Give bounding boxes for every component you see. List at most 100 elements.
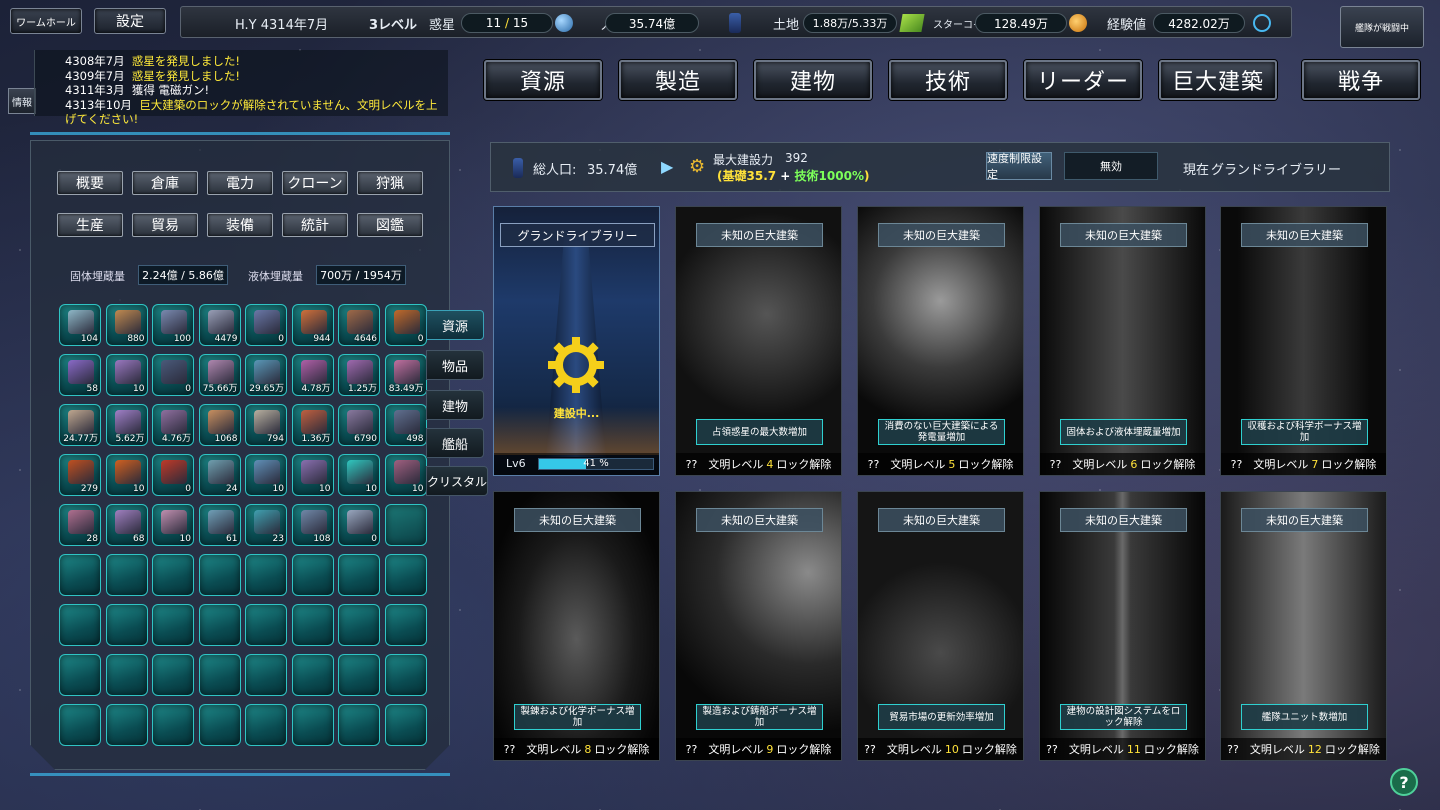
inventory-slot[interactable]: 1.25万 — [338, 354, 380, 396]
inventory-slot[interactable] — [105, 704, 148, 746]
cat-power[interactable]: 電力 — [207, 171, 273, 195]
nav-war[interactable]: 戦争 — [1302, 60, 1420, 100]
inventory-slot[interactable]: 10 — [384, 454, 427, 496]
side-tab-buildings[interactable]: 建物 — [426, 390, 484, 420]
inventory-slot[interactable]: 29.65万 — [245, 354, 287, 396]
inventory-slot[interactable] — [105, 604, 148, 646]
inventory-slot[interactable]: 24.77万 — [59, 404, 101, 446]
inventory-slot[interactable]: 794 — [245, 404, 287, 446]
inventory-slot[interactable] — [338, 604, 380, 646]
inventory-slot[interactable]: 10 — [338, 454, 380, 496]
inventory-slot[interactable] — [198, 654, 241, 696]
inventory-slot[interactable]: 10 — [105, 454, 148, 496]
inventory-slot[interactable]: 61 — [198, 504, 241, 546]
inventory-slot[interactable]: 83.49万 — [384, 354, 427, 396]
cat-clone[interactable]: クローン — [282, 171, 348, 195]
megastructure-card-locked[interactable]: 未知の巨大建築 固体および液体埋蔵量増加 ?? 文明レベル 6 ロック解除 — [1039, 206, 1206, 476]
inventory-slot[interactable] — [59, 604, 101, 646]
megastructure-card-grand-library[interactable]: グランドライブラリー 建設中... Lv6 41 % — [493, 206, 660, 476]
inventory-slot[interactable] — [291, 604, 334, 646]
inventory-slot[interactable]: 279 — [59, 454, 101, 496]
inventory-slot[interactable]: 4.76万 — [152, 404, 194, 446]
megastructure-card-locked[interactable]: 未知の巨大建築 艦隊ユニット数増加 ?? 文明レベル 12 ロック解除 — [1220, 491, 1387, 761]
inventory-slot[interactable] — [384, 704, 427, 746]
cat-statistics[interactable]: 統計 — [282, 213, 348, 237]
inventory-slot[interactable]: 23 — [245, 504, 287, 546]
inventory-slot[interactable]: 10 — [291, 454, 334, 496]
cat-hunting[interactable]: 狩猟 — [357, 171, 423, 195]
inventory-slot[interactable]: 24 — [198, 454, 241, 496]
nav-buildings[interactable]: 建物 — [754, 60, 872, 100]
cat-trade[interactable]: 貿易 — [132, 213, 198, 237]
speed-limit-value[interactable]: 無効 — [1064, 152, 1158, 180]
inventory-slot[interactable] — [152, 654, 194, 696]
inventory-slot[interactable]: 944 — [291, 304, 334, 346]
nav-leader[interactable]: リーダー — [1024, 60, 1142, 100]
inventory-slot[interactable] — [338, 654, 380, 696]
inventory-slot[interactable] — [291, 554, 334, 596]
nav-megastructures[interactable]: 巨大建築 — [1159, 60, 1277, 100]
nav-technology[interactable]: 技術 — [889, 60, 1007, 100]
inventory-slot[interactable] — [291, 704, 334, 746]
inventory-slot[interactable]: 100 — [152, 304, 194, 346]
inventory-slot[interactable] — [245, 604, 287, 646]
inventory-slot[interactable]: 28 — [59, 504, 101, 546]
inventory-slot[interactable]: 4646 — [338, 304, 380, 346]
info-tab[interactable]: 情報 — [8, 88, 36, 114]
inventory-slot[interactable] — [338, 554, 380, 596]
megastructure-card-locked[interactable]: 未知の巨大建築 占領惑星の最大数増加 ?? 文明レベル 4 ロック解除 — [675, 206, 842, 476]
megastructure-card-locked[interactable]: 未知の巨大建築 収穫および科学ボーナス増加 ?? 文明レベル 7 ロック解除 — [1220, 206, 1387, 476]
cat-overview[interactable]: 概要 — [57, 171, 123, 195]
inventory-slot[interactable] — [384, 554, 427, 596]
inventory-slot[interactable]: 75.66万 — [198, 354, 241, 396]
inventory-slot[interactable] — [384, 654, 427, 696]
inventory-slot[interactable]: 108 — [291, 504, 334, 546]
inventory-slot[interactable]: 0 — [152, 354, 194, 396]
inventory-slot[interactable] — [152, 604, 194, 646]
cat-warehouse[interactable]: 倉庫 — [132, 171, 198, 195]
inventory-slot[interactable]: 104 — [59, 304, 101, 346]
inventory-slot[interactable]: 1068 — [198, 404, 241, 446]
inventory-slot[interactable] — [245, 654, 287, 696]
cat-equipment[interactable]: 装備 — [207, 213, 273, 237]
inventory-slot[interactable] — [152, 554, 194, 596]
inventory-slot[interactable] — [245, 704, 287, 746]
side-tab-items[interactable]: 物品 — [426, 350, 484, 380]
fleet-status-button[interactable]: 艦隊が戦闘中 — [1340, 6, 1424, 48]
nav-resources[interactable]: 資源 — [484, 60, 602, 100]
help-button[interactable]: ? — [1390, 768, 1418, 796]
inventory-slot[interactable] — [245, 554, 287, 596]
inventory-slot[interactable] — [198, 554, 241, 596]
inventory-slot[interactable] — [105, 654, 148, 696]
inventory-slot[interactable] — [105, 554, 148, 596]
megastructure-card-locked[interactable]: 未知の巨大建築 貿易市場の更新効率増加 ?? 文明レベル 10 ロック解除 — [857, 491, 1024, 761]
inventory-slot[interactable]: 5.62万 — [105, 404, 148, 446]
nav-manufacturing[interactable]: 製造 — [619, 60, 737, 100]
inventory-slot[interactable]: 68 — [105, 504, 148, 546]
inventory-slot[interactable]: 10 — [105, 354, 148, 396]
speed-limit-button[interactable]: 速度制限設定 — [986, 152, 1052, 181]
inventory-slot[interactable]: 498 — [384, 404, 427, 446]
inventory-slot[interactable]: 880 — [105, 304, 148, 346]
megastructure-card-locked[interactable]: 未知の巨大建築 建物の設計図システムをロック解除 ?? 文明レベル 11 ロック解除 — [1039, 491, 1206, 761]
inventory-slot[interactable]: 58 — [59, 354, 101, 396]
inventory-slot[interactable] — [384, 604, 427, 646]
wormhole-button[interactable]: ワームホール — [10, 8, 82, 34]
inventory-slot[interactable] — [384, 504, 427, 546]
inventory-slot[interactable] — [59, 554, 101, 596]
side-tab-ships[interactable]: 艦船 — [426, 428, 484, 458]
inventory-slot[interactable] — [59, 704, 101, 746]
inventory-slot[interactable]: 0 — [338, 504, 380, 546]
inventory-slot[interactable] — [198, 604, 241, 646]
inventory-slot[interactable]: 1.36万 — [291, 404, 334, 446]
inventory-slot[interactable]: 10 — [245, 454, 287, 496]
side-tab-resources[interactable]: 資源 — [426, 310, 484, 340]
megastructure-card-locked[interactable]: 未知の巨大建築 製造および鋳船ボーナス増加 ?? 文明レベル 9 ロック解除 — [675, 491, 842, 761]
inventory-slot[interactable]: 0 — [245, 304, 287, 346]
inventory-slot[interactable] — [338, 704, 380, 746]
cat-encyclopedia[interactable]: 図鑑 — [357, 213, 423, 237]
inventory-slot[interactable]: 4.78万 — [291, 354, 334, 396]
cat-production[interactable]: 生産 — [57, 213, 123, 237]
megastructure-card-locked[interactable]: 未知の巨大建築 製錬および化学ボーナス増加 ?? 文明レベル 8 ロック解除 — [493, 491, 660, 761]
inventory-slot[interactable]: 6790 — [338, 404, 380, 446]
